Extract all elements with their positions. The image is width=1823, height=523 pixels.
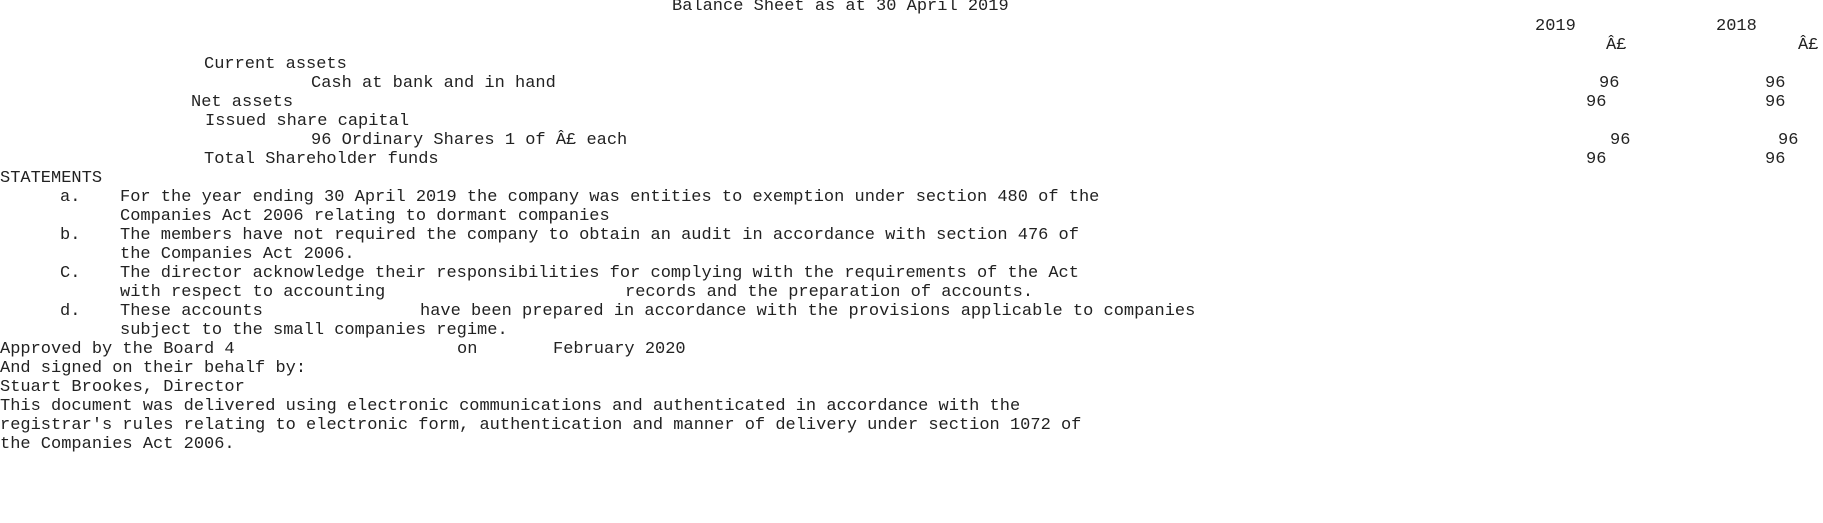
signed-on-behalf: And signed on their behalf by: [0,359,307,378]
footer-line-1: This document was delivered using electr… [0,397,1021,416]
current-assets-label: Current assets [204,55,347,74]
statement-a-line1: For the year ending 30 April 2019 the co… [120,188,1100,207]
currency-header-2019: Â£ [1606,36,1627,55]
page-title: Balance Sheet as at 30 April 2019 [672,0,1009,16]
approved-by-board: Approved by the Board 4 [0,340,235,359]
shareholder-funds-value-2019: 96 [1586,150,1607,169]
statement-c-line2a: with respect to accounting [120,283,386,302]
statement-b-marker: b. [60,226,81,245]
shareholder-funds-label: Total Shareholder funds [204,150,439,169]
statement-c-line2b: records and the preparation of accounts. [625,283,1034,302]
statement-d-marker: d. [60,302,81,321]
shares-label: 96 Ordinary Shares 1 of Â£ each [311,131,628,150]
director-name: Stuart Brookes, Director [0,378,245,397]
statement-a-line2: Companies Act 2006 relating to dormant c… [120,207,610,226]
approval-date: February 2020 [553,340,686,359]
cash-value-2019: 96 [1599,74,1620,93]
currency-header-2018: Â£ [1798,36,1819,55]
column-header-2019: 2019 [1535,17,1576,36]
share-capital-label: Issued share capital [205,112,410,131]
shareholder-funds-value-2018: 96 [1765,150,1786,169]
cash-value-2018: 96 [1765,74,1786,93]
shares-value-2019: 96 [1610,131,1631,150]
statement-b-line1: The members have not required the compan… [120,226,1079,245]
net-assets-label: Net assets [191,93,294,112]
statement-c-marker: C. [60,264,81,283]
statement-d-line2: subject to the small companies regime. [120,321,508,340]
statements-heading: STATEMENTS [0,169,103,188]
statement-b-line2: the Companies Act 2006. [120,245,355,264]
statement-a-marker: a. [60,188,81,207]
statement-d-line1a: These accounts [120,302,263,321]
net-assets-value-2018: 96 [1765,93,1786,112]
approved-on: on [457,340,478,359]
statement-d-line1b: have been prepared in accordance with th… [420,302,1196,321]
shares-value-2018: 96 [1778,131,1799,150]
statement-c-line1: The director acknowledge their responsib… [120,264,1079,283]
column-header-2018: 2018 [1716,17,1757,36]
footer-line-3: the Companies Act 2006. [0,435,235,454]
footer-line-2: registrar's rules relating to electronic… [0,416,1082,435]
net-assets-value-2019: 96 [1586,93,1607,112]
cash-label: Cash at bank and in hand [311,74,556,93]
